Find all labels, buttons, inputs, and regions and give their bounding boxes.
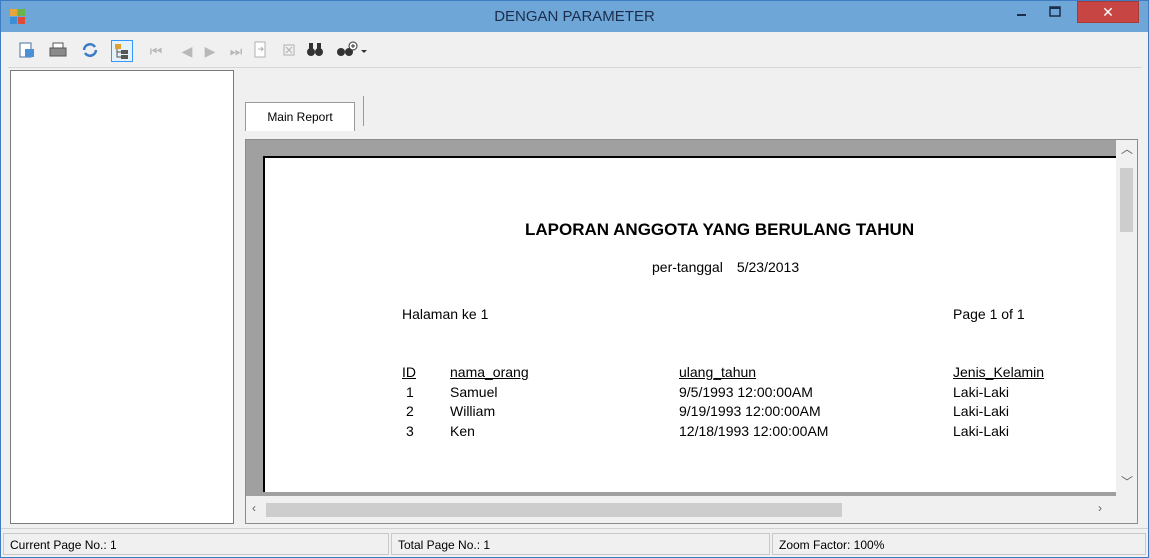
close-icon: ✕ — [1102, 4, 1114, 20]
column-header-ulang: ulang_tahun — [679, 364, 757, 380]
window-title: DENGAN PARAMETER — [494, 8, 655, 25]
zoom-icon — [337, 41, 367, 56]
refresh-icon — [82, 43, 98, 57]
halaman-label: Halaman ke 1 — [402, 306, 489, 322]
maximize-icon — [1049, 6, 1061, 17]
minimize-button[interactable] — [1006, 1, 1036, 23]
export-button[interactable] — [16, 40, 38, 62]
title-bar[interactable]: DENGAN PARAMETER ✕ — [1, 1, 1148, 32]
cell-nama: Samuel — [450, 384, 498, 400]
refresh-button[interactable] — [79, 40, 101, 62]
go-to-page-icon — [254, 41, 266, 58]
search-text-button[interactable] — [304, 40, 326, 62]
scroll-up-icon[interactable]: ︿ — [1121, 140, 1133, 157]
subtitle-label: per-tanggal — [652, 259, 723, 275]
stop-icon — [283, 44, 295, 56]
go-to-page-button[interactable] — [249, 40, 271, 62]
report-title: LAPORAN ANGGOTA YANG BERULANG TAHUN — [525, 220, 915, 239]
first-page-button[interactable]: ⏮ — [145, 40, 167, 62]
report-viewer-window: DENGAN PARAMETER ✕ ⏮ ◀ ▶ ⏭ Main Report L… — [0, 0, 1149, 558]
binoculars-icon — [307, 43, 323, 56]
total-page-status: Total Page No.: 1 — [391, 533, 770, 555]
tab-divider — [363, 96, 364, 126]
column-header-id: ID — [402, 364, 416, 380]
horizontal-scroll-thumb[interactable] — [266, 503, 842, 517]
cell-id: 3 — [406, 423, 414, 439]
cell-jenis: Laki-Laki — [953, 403, 1010, 419]
vertical-scroll-thumb[interactable] — [1120, 168, 1133, 232]
cell-ulang: 9/19/1993 12:00:00AM — [679, 403, 821, 419]
status-bar: Current Page No.: 1 Total Page No.: 1 Zo… — [1, 528, 1148, 557]
group-tree-pane[interactable] — [10, 70, 234, 524]
page-of-label: Page 1 of 1 — [953, 306, 1025, 322]
print-button[interactable] — [47, 40, 69, 62]
scroll-corner — [1116, 496, 1137, 523]
next-page-button[interactable]: ▶ — [199, 40, 221, 62]
cell-ulang: 12/18/1993 12:00:00AM — [679, 423, 829, 439]
scroll-left-icon[interactable]: ‹ — [252, 501, 256, 515]
vertical-scrollbar[interactable]: ︿ ﹀ — [1116, 140, 1137, 497]
viewer-toolbar: ⏮ ◀ ▶ ⏭ — [8, 32, 1142, 68]
last-page-button[interactable]: ⏭ — [225, 40, 247, 62]
close-button[interactable]: ✕ — [1077, 1, 1139, 23]
report-subtitle: per-tanggal 5/23/2013 — [652, 259, 799, 275]
stop-button[interactable] — [278, 40, 300, 62]
group-tree-icon — [115, 44, 128, 59]
tab-main-report[interactable]: Main Report — [245, 102, 355, 131]
zoom-factor-status: Zoom Factor: 100% — [772, 533, 1146, 555]
previous-page-button[interactable]: ◀ — [176, 40, 198, 62]
next-page-icon: ▶ — [204, 43, 216, 59]
first-page-icon: ⏮ — [149, 43, 163, 59]
export-icon — [19, 42, 34, 58]
cell-id: 2 — [406, 403, 414, 419]
report-page: LAPORAN ANGGOTA YANG BERULANG TAHUN per-… — [263, 156, 1118, 492]
previous-page-icon: ◀ — [181, 43, 193, 59]
column-header-nama: nama_orang — [450, 364, 529, 380]
cell-jenis: Laki-Laki — [953, 423, 1010, 439]
cell-id: 1 — [406, 384, 414, 400]
cell-nama: Ken — [450, 423, 475, 439]
cell-nama: William — [450, 403, 496, 419]
print-icon — [49, 42, 67, 57]
cell-jenis: Laki-Laki — [953, 384, 1010, 400]
current-page-status: Current Page No.: 1 — [3, 533, 389, 555]
report-view-area[interactable]: LAPORAN ANGGOTA YANG BERULANG TAHUN per-… — [245, 139, 1138, 524]
minimize-icon — [1017, 14, 1026, 16]
column-header-jenis: Jenis_Kelamin — [953, 364, 1045, 380]
group-tree-toggle-button[interactable] — [111, 40, 133, 62]
horizontal-scrollbar[interactable]: ‹ › — [246, 496, 1116, 523]
maximize-button[interactable] — [1040, 1, 1070, 23]
zoom-dropdown-button[interactable] — [335, 40, 369, 62]
cell-ulang: 9/5/1993 12:00:00AM — [679, 384, 813, 400]
scroll-down-icon[interactable]: ﹀ — [1121, 473, 1133, 490]
scroll-right-icon[interactable]: › — [1098, 501, 1102, 515]
last-page-icon: ⏭ — [229, 43, 243, 59]
subtitle-date: 5/23/2013 — [736, 259, 800, 275]
